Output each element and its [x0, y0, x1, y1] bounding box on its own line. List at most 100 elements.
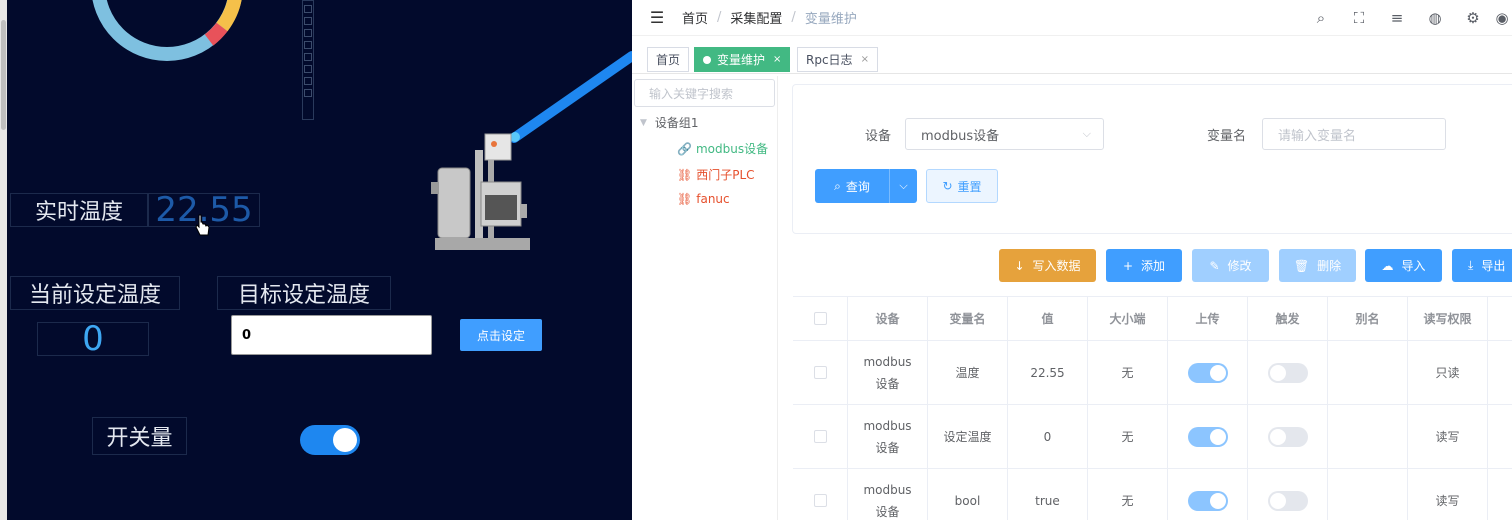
switch-toggle[interactable] — [300, 425, 360, 455]
tab-variable-maintenance[interactable]: 变量维护 × — [694, 47, 791, 72]
reset-label: 重置 — [957, 179, 982, 194]
row-checkbox[interactable] — [813, 430, 827, 443]
cell-value: 22.55 — [1008, 341, 1088, 404]
breadcrumb-separator: / — [791, 10, 796, 25]
cell-alias — [1328, 341, 1408, 404]
edit-label: 修改 — [1227, 259, 1252, 273]
col-header[interactable]: 别名 — [1328, 297, 1408, 340]
cell-alias — [1328, 469, 1408, 520]
target-set-temp-label: 目标设定温度 — [217, 276, 391, 310]
edit-icon: ✎ — [1209, 258, 1220, 273]
menu-toggle-icon[interactable]: ☰ — [632, 8, 682, 27]
tree-group-node[interactable]: ▼ 设备组1 — [640, 114, 699, 131]
table-row[interactable]: modbus 设备 bool true 无 读写 — [793, 469, 1512, 520]
upload-switch[interactable] — [1187, 490, 1228, 511]
refresh-icon: ↻ — [942, 179, 953, 193]
admin-app: ☰ 首页 / 采集配置 / 变量维护 ⌕ ⛶ ≡ ◍ ⚙ ◉ 首页 变量维护 × … — [632, 0, 1512, 520]
write-label: 写入数据 — [1032, 259, 1081, 273]
caret-down-icon: ▼ — [640, 117, 647, 128]
cell-name: bool — [928, 469, 1008, 520]
left-scrollbar[interactable] — [0, 0, 7, 520]
delete-button[interactable]: 🗑 删除 — [1279, 249, 1356, 282]
edit-button[interactable]: ✎ 修改 — [1192, 249, 1269, 282]
export-button[interactable]: ⤓ 导出 — [1452, 249, 1512, 282]
tree-device-siemens[interactable]: ⛓ 西门子PLC — [677, 166, 755, 183]
cell-rw: 只读 — [1408, 341, 1488, 404]
cell-extra — [1488, 405, 1512, 468]
cell-alias — [1328, 405, 1408, 468]
tree-device-fanuc[interactable]: ⛓ fanuc — [677, 192, 730, 206]
reset-button[interactable]: ↻ 重置 — [926, 169, 998, 203]
col-header[interactable]: 大小端 — [1088, 297, 1168, 340]
upload-switch[interactable] — [1187, 362, 1228, 383]
tags-view: 首页 变量维护 × Rpc日志 × — [632, 44, 1512, 74]
cell-value: 0 — [1008, 405, 1088, 468]
upload-switch[interactable] — [1187, 426, 1228, 447]
row-checkbox[interactable] — [813, 494, 827, 507]
col-header[interactable]: 上传 — [1168, 297, 1248, 340]
tree-device-modbus[interactable]: 🔗 modbus设备 — [677, 140, 768, 157]
globe-icon[interactable]: ◍ — [1416, 9, 1454, 27]
cell-endian: 无 — [1088, 469, 1168, 520]
device-select[interactable]: modbus设备 ⌵ — [905, 118, 1104, 150]
var-name-label: 变量名 — [1207, 129, 1247, 144]
select-all-checkbox[interactable] — [813, 312, 827, 325]
write-data-button[interactable]: ↓ 写入数据 — [999, 249, 1096, 282]
query-dropdown-button[interactable]: ⌵ — [889, 169, 917, 203]
breadcrumb: 首页 / 采集配置 / 变量维护 — [682, 8, 857, 27]
donut-gauge — [92, 0, 242, 61]
col-header[interactable]: 设备 — [848, 297, 928, 340]
avatar[interactable]: ◉ — [1492, 9, 1512, 27]
gear-icon[interactable]: ⚙ — [1454, 9, 1492, 27]
breadcrumb-collect-config[interactable]: 采集配置 — [730, 8, 782, 27]
tab-home[interactable]: 首页 — [647, 47, 690, 72]
import-label: 导入 — [1401, 259, 1426, 273]
breadcrumb-current: 变量维护 — [804, 12, 857, 27]
trigger-switch[interactable] — [1267, 362, 1308, 383]
export-label: 导出 — [1481, 259, 1506, 273]
cell-rw: 读写 — [1408, 469, 1488, 520]
chevron-down-icon: ⌵ — [1082, 127, 1091, 140]
device-tree: 输入关键字搜索 ▼ 设备组1 🔗 modbus设备 ⛓ 西门子PLC ⛓ fanuc — [632, 76, 778, 520]
table-row[interactable]: modbus 设备 温度 22.55 无 只读 — [793, 341, 1512, 405]
current-set-temp-value: 0 — [37, 319, 149, 359]
search-icon: ⌕ — [834, 178, 841, 193]
row-checkbox[interactable] — [813, 366, 827, 379]
set-temp-button[interactable]: 点击设定 — [460, 319, 542, 351]
trigger-switch[interactable] — [1267, 426, 1308, 447]
target-temp-input[interactable]: 0 — [231, 315, 432, 355]
fullscreen-icon[interactable]: ⛶ — [1340, 9, 1378, 27]
cell-name: 温度 — [928, 341, 1008, 404]
col-header[interactable]: 变量名 — [928, 297, 1008, 340]
cell-device: modbus 设备 — [848, 341, 928, 404]
tree-device-label: modbus设备 — [695, 142, 769, 156]
col-header[interactable]: 读写权限 — [1408, 297, 1488, 340]
close-icon[interactable]: × — [773, 54, 781, 65]
col-header[interactable]: 触发 — [1248, 297, 1328, 340]
import-button[interactable]: ☁ 导入 — [1365, 249, 1442, 282]
table-row[interactable]: modbus 设备 设定温度 0 无 读写 — [793, 405, 1512, 469]
sliders-icon[interactable]: ≡ — [1378, 9, 1416, 27]
query-button[interactable]: ⌕ 查询 — [815, 169, 889, 203]
plus-icon: + — [1122, 258, 1134, 273]
trash-icon: 🗑 — [1293, 258, 1310, 273]
query-label: 查询 — [845, 179, 870, 194]
var-name-input[interactable]: 请输入变量名 — [1262, 118, 1446, 150]
left-scrollbar-thumb[interactable] — [1, 20, 6, 130]
device-select-value: modbus设备 — [921, 128, 1000, 144]
trigger-switch[interactable] — [1267, 490, 1308, 511]
breadcrumb-separator: / — [717, 10, 722, 25]
cloud-upload-icon: ☁ — [1381, 258, 1394, 273]
breadcrumb-home[interactable]: 首页 — [682, 8, 708, 27]
col-header[interactable]: 值 — [1008, 297, 1088, 340]
tab-rpc-log[interactable]: Rpc日志 × — [797, 47, 878, 72]
add-button[interactable]: + 添加 — [1106, 249, 1182, 282]
close-icon[interactable]: × — [861, 54, 869, 65]
col-header[interactable]: 错 — [1488, 297, 1512, 340]
tree-search-input[interactable]: 输入关键字搜索 — [634, 79, 775, 107]
variable-table: 设备 变量名 值 大小端 上传 触发 别名 读写权限 错 modbus 设备 温… — [793, 296, 1512, 520]
tab-label: 首页 — [656, 53, 681, 67]
search-icon[interactable]: ⌕ — [1302, 9, 1340, 27]
filter-form: 设备 modbus设备 ⌵ 变量名 请输入变量名 ⌕ 查询 ⌵ ↻ 重置 — [792, 84, 1512, 234]
cell-extra — [1488, 341, 1512, 404]
